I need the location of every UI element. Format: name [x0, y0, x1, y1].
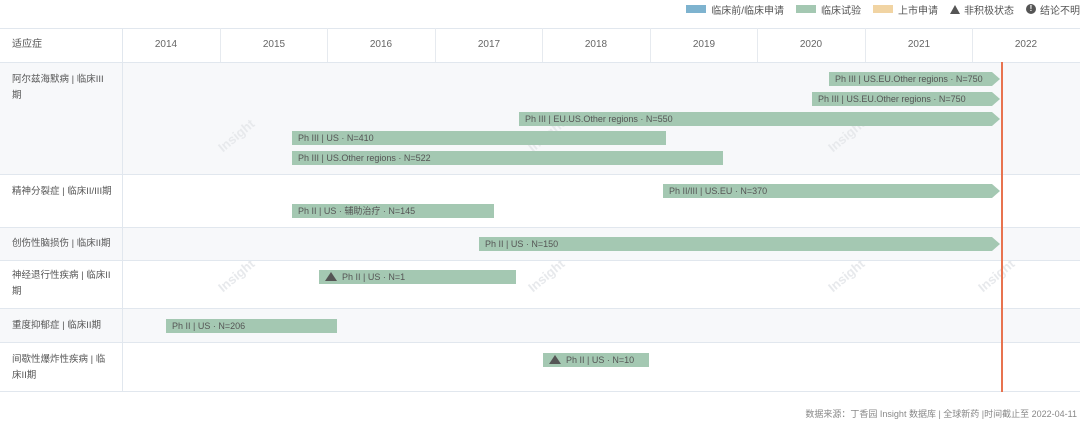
trial-bar[interactable]: Ph III | US.EU.Other regions · N=750: [829, 72, 992, 86]
year-divider: [327, 28, 328, 62]
triangle-icon: [549, 355, 561, 364]
indication-label: 精神分裂症 | 临床II/III期: [12, 186, 112, 197]
year-divider: [435, 28, 436, 62]
legend-label: 临床前/临床申请: [711, 5, 784, 17]
year-label: 2016: [369, 39, 393, 50]
legend-label: 上市申请: [898, 5, 938, 17]
indication-label: 间歇性爆炸性疾病 | 临床II期: [12, 354, 106, 381]
trial-bar[interactable]: Ph III | EU.US.Other regions · N=550: [519, 112, 992, 126]
cutoff-date-line: [1001, 62, 1003, 392]
data-source-note: 数据来源：丁香园 Insight 数据库 | 全球新药 |时间截止至 2022-…: [805, 409, 1077, 419]
trial-bar[interactable]: Ph III | US.Other regions · N=522: [292, 151, 723, 165]
trial-bar[interactable]: Ph III | US · N=410: [292, 131, 666, 145]
year-label: 2022: [1014, 39, 1038, 50]
legend-swatch: [796, 5, 816, 13]
trial-bar-inactive[interactable]: Ph II | US · N=10: [543, 353, 649, 367]
trial-bar-inactive[interactable]: Ph II | US · N=1: [319, 270, 516, 284]
year-label: 2019: [692, 39, 716, 50]
indication-label: 重度抑郁症 | 临床II期: [12, 320, 102, 331]
info-icon: !: [1026, 4, 1036, 14]
arrow-right-icon: [992, 92, 1000, 106]
row-background: [0, 174, 1080, 227]
pipeline-timeline: Insight Insight Insight Insight Insight …: [0, 28, 1080, 392]
arrow-right-icon: [992, 112, 1000, 126]
trial-bar[interactable]: Ph III | US.EU.Other regions · N=750: [812, 92, 992, 106]
trial-bar[interactable]: Ph II/III | US.EU · N=370: [663, 184, 992, 198]
arrow-right-icon: [992, 184, 1000, 198]
year-divider: [650, 28, 651, 62]
grid-line: [0, 342, 1080, 343]
grid-line: [0, 174, 1080, 175]
legend-swatch: [873, 5, 893, 13]
legend-label: 非积极状态: [964, 5, 1014, 17]
legend-item-clinical-trial: 临床试验: [796, 2, 861, 17]
legend-label: 临床试验: [821, 5, 861, 17]
arrow-right-icon: [992, 237, 1000, 251]
indication-label: 阿尔兹海默病 | 临床III期: [12, 74, 104, 101]
year-divider: [542, 28, 543, 62]
year-divider: [757, 28, 758, 62]
year-divider: [865, 28, 866, 62]
year-label: 2021: [907, 39, 931, 50]
legend-swatch: [686, 5, 707, 13]
legend-item-preclinical: 临床前/临床申请: [686, 2, 784, 17]
grid-line: [0, 391, 1080, 392]
trial-bar[interactable]: Ph II | US · 辅助治疗 · N=145: [292, 204, 494, 218]
year-divider: [972, 28, 973, 62]
row-background: [0, 308, 1080, 342]
year-label: 2020: [799, 39, 823, 50]
legend-item-marketing-application: 上市申请: [873, 2, 938, 17]
year-label: 2014: [154, 39, 178, 50]
triangle-icon: [950, 4, 960, 14]
indication-label: 创伤性脑损伤 | 临床II期: [12, 238, 111, 249]
triangle-icon: [325, 272, 337, 281]
arrow-right-icon: [992, 72, 1000, 86]
indication-label: 神经退行性疾病 | 临床II期: [12, 270, 111, 297]
trial-bar-label: Ph II | US · N=10: [566, 355, 635, 365]
grid-line: [0, 308, 1080, 309]
legend-item-inactive: 非积极状态: [950, 2, 1014, 17]
year-label: 2015: [262, 39, 286, 50]
trial-bar[interactable]: Ph II | US · N=150: [479, 237, 992, 251]
legend: 临床前/临床申请 临床试验 上市申请 非积极状态 ! 结论不明: [674, 2, 1080, 17]
legend-item-unclear: ! 结论不明: [1026, 2, 1080, 17]
grid-line: [0, 227, 1080, 228]
year-divider: [220, 28, 221, 62]
row-background: [0, 342, 1080, 392]
year-label: 2017: [477, 39, 501, 50]
year-label: 2018: [584, 39, 608, 50]
grid-line: [0, 260, 1080, 261]
trial-bar[interactable]: Ph II | US · N=206: [166, 319, 337, 333]
column-divider: [122, 28, 123, 392]
legend-label: 结论不明: [1040, 5, 1080, 17]
grid-line: [0, 62, 1080, 63]
indication-header: 适应症: [12, 39, 42, 50]
trial-bar-label: Ph II | US · N=1: [342, 272, 406, 282]
